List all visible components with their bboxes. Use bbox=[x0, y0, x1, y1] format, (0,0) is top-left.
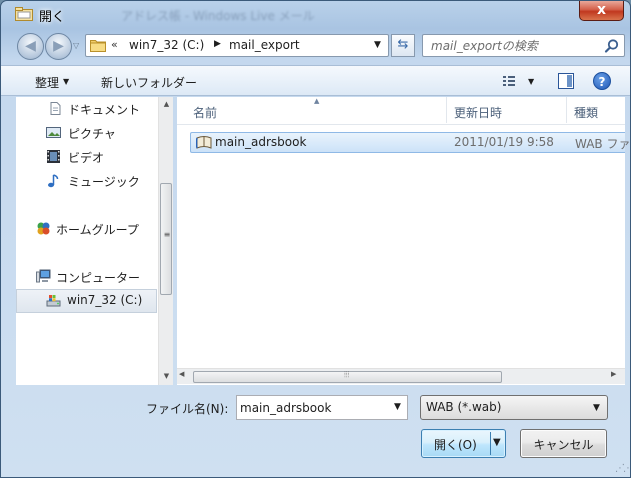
nav-item-label: ドキュメント bbox=[68, 103, 141, 117]
search-icon[interactable] bbox=[604, 38, 620, 54]
close-icon: x bbox=[596, 2, 607, 18]
filename-combobox[interactable]: ▼ bbox=[236, 395, 408, 420]
chevron-down-icon[interactable]: ▼ bbox=[394, 402, 401, 412]
cancel-button[interactable]: キャンセル bbox=[520, 429, 607, 458]
column-header-type[interactable]: 種類 bbox=[574, 104, 598, 121]
file-list-horizontal-scrollbar[interactable]: ◀ ⦙⦙⦙ ▶ bbox=[177, 368, 625, 384]
nav-item-drive-c[interactable]: win7_32 (C:) bbox=[16, 289, 157, 313]
address-segment-drive[interactable]: win7_32 (C:) bbox=[129, 38, 204, 52]
nav-item-homegroup[interactable]: ホームグループ bbox=[16, 217, 156, 241]
chevron-down-icon[interactable]: ▼ bbox=[374, 40, 381, 50]
document-icon bbox=[50, 102, 61, 115]
address-segment-folder[interactable]: mail_export bbox=[229, 38, 300, 52]
filename-label: ファイル名(N): bbox=[146, 402, 229, 416]
scroll-left-icon[interactable]: ◀ bbox=[179, 370, 184, 378]
navigation-pane[interactable]: ドキュメント ピクチャ ビデオ ミュージック ホームグループ コンピューター w… bbox=[16, 97, 172, 385]
scroll-up-icon[interactable]: ▲ bbox=[159, 97, 174, 111]
cancel-button-label: キャンセル bbox=[533, 438, 594, 452]
file-type: WAB ファ bbox=[575, 137, 631, 151]
title-bar[interactable]: 開く アドレス帳 - Windows Live メール x bbox=[1, 1, 630, 27]
nav-item-label: win7_32 (C:) bbox=[67, 293, 143, 307]
search-input[interactable] bbox=[423, 35, 603, 56]
nav-item-videos[interactable]: ビデオ bbox=[16, 145, 156, 169]
chevron-right-icon[interactable]: ▶ bbox=[214, 39, 221, 49]
column-header-name[interactable]: 名前 bbox=[193, 104, 217, 121]
background-window-title: アドレス帳 - Windows Live メール bbox=[121, 9, 315, 23]
file-type-value: WAB (*.wab) bbox=[426, 400, 502, 414]
window-title: 開く bbox=[39, 10, 66, 25]
nav-item-documents[interactable]: ドキュメント bbox=[16, 97, 156, 121]
computer-icon bbox=[36, 269, 51, 283]
nav-item-label: ホームグループ bbox=[56, 223, 139, 237]
grip-icon: ⦙⦙⦙ bbox=[344, 370, 350, 379]
nav-item-label: ビデオ bbox=[68, 151, 105, 165]
table-row[interactable]: main_adrsbook 2011/01/19 9:58 WAB ファ bbox=[190, 132, 630, 153]
folder-icon bbox=[90, 40, 106, 52]
recent-pages-dropdown-icon[interactable]: ▽ bbox=[73, 41, 79, 50]
chevron-down-icon[interactable]: ▼ bbox=[528, 77, 534, 86]
address-overflow[interactable]: « bbox=[111, 38, 118, 51]
chevron-down-icon: ▼ bbox=[593, 403, 600, 413]
address-book-icon bbox=[196, 136, 212, 149]
picture-icon bbox=[46, 127, 61, 138]
homegroup-icon bbox=[37, 222, 50, 235]
search-box[interactable] bbox=[422, 34, 625, 57]
scrollbar-thumb[interactable]: ⦙⦙⦙ bbox=[193, 370, 502, 383]
refresh-icon: ⇆ bbox=[397, 37, 409, 52]
arrow-right-icon: ▶ bbox=[53, 38, 64, 54]
filename-input[interactable] bbox=[237, 396, 387, 419]
arrow-left-icon: ◀ bbox=[25, 38, 36, 54]
new-folder-button[interactable]: 新しいフォルダー bbox=[101, 74, 197, 91]
open-file-dialog: 開く アドレス帳 - Windows Live メール x ◀ ▶ ▽ « wi… bbox=[0, 0, 631, 478]
music-icon bbox=[48, 174, 59, 188]
resize-grip-icon[interactable]: ⋰⋰ bbox=[615, 463, 630, 474]
file-name: main_adrsbook bbox=[215, 135, 307, 149]
open-button[interactable]: 開く(O) ▼ bbox=[421, 429, 506, 458]
scrollbar-thumb[interactable]: ≡ bbox=[160, 183, 172, 295]
preview-pane-icon[interactable] bbox=[558, 73, 574, 89]
chevron-down-icon[interactable]: ▼ bbox=[63, 77, 69, 86]
open-dialog-icon bbox=[15, 7, 33, 21]
forward-button[interactable]: ▶ bbox=[45, 33, 72, 60]
file-date: 2011/01/19 9:58 bbox=[454, 135, 554, 149]
nav-item-label: ピクチャ bbox=[68, 127, 116, 141]
organize-button[interactable]: 整理 bbox=[35, 74, 59, 91]
sort-ascending-icon: ▲ bbox=[314, 97, 320, 105]
column-header-date[interactable]: 更新日時 bbox=[454, 104, 502, 121]
video-icon bbox=[47, 150, 60, 163]
back-button[interactable]: ◀ bbox=[17, 33, 44, 60]
file-type-select[interactable]: WAB (*.wab) ▼ bbox=[420, 395, 608, 420]
column-header-row: ▲ 名前 更新日時 種類 bbox=[177, 97, 625, 125]
nav-item-label: ミュージック bbox=[68, 175, 140, 189]
column-divider[interactable] bbox=[446, 97, 447, 123]
refresh-button[interactable]: ⇆ bbox=[391, 34, 415, 57]
chevron-down-icon[interactable]: ▼ bbox=[493, 437, 501, 448]
drive-icon bbox=[46, 295, 61, 307]
close-button[interactable]: x bbox=[579, 1, 624, 21]
address-bar[interactable]: « win7_32 (C:) ▶ mail_export ▼ bbox=[85, 34, 389, 57]
open-button-label: 開く(O) bbox=[434, 438, 477, 452]
scroll-right-icon[interactable]: ▶ bbox=[611, 370, 616, 378]
nav-item-label: コンピューター bbox=[56, 271, 141, 285]
nav-item-pictures[interactable]: ピクチャ bbox=[16, 121, 156, 145]
help-icon[interactable]: ? bbox=[593, 72, 611, 90]
nav-item-music[interactable]: ミュージック bbox=[16, 169, 156, 193]
navigation-pane-scrollbar[interactable]: ▲ ≡ ▼ bbox=[158, 97, 173, 385]
scroll-down-icon[interactable]: ▼ bbox=[159, 369, 174, 383]
nav-item-computer[interactable]: コンピューター bbox=[16, 265, 156, 289]
grip-icon: ≡ bbox=[163, 230, 171, 239]
split-divider bbox=[490, 432, 491, 455]
file-list[interactable]: ▲ 名前 更新日時 種類 main_adrsbook 2011/01/19 9:… bbox=[177, 97, 630, 385]
command-bar: 整理 ▼ 新しいフォルダー ▼ ? bbox=[1, 65, 630, 96]
column-divider[interactable] bbox=[566, 97, 567, 123]
